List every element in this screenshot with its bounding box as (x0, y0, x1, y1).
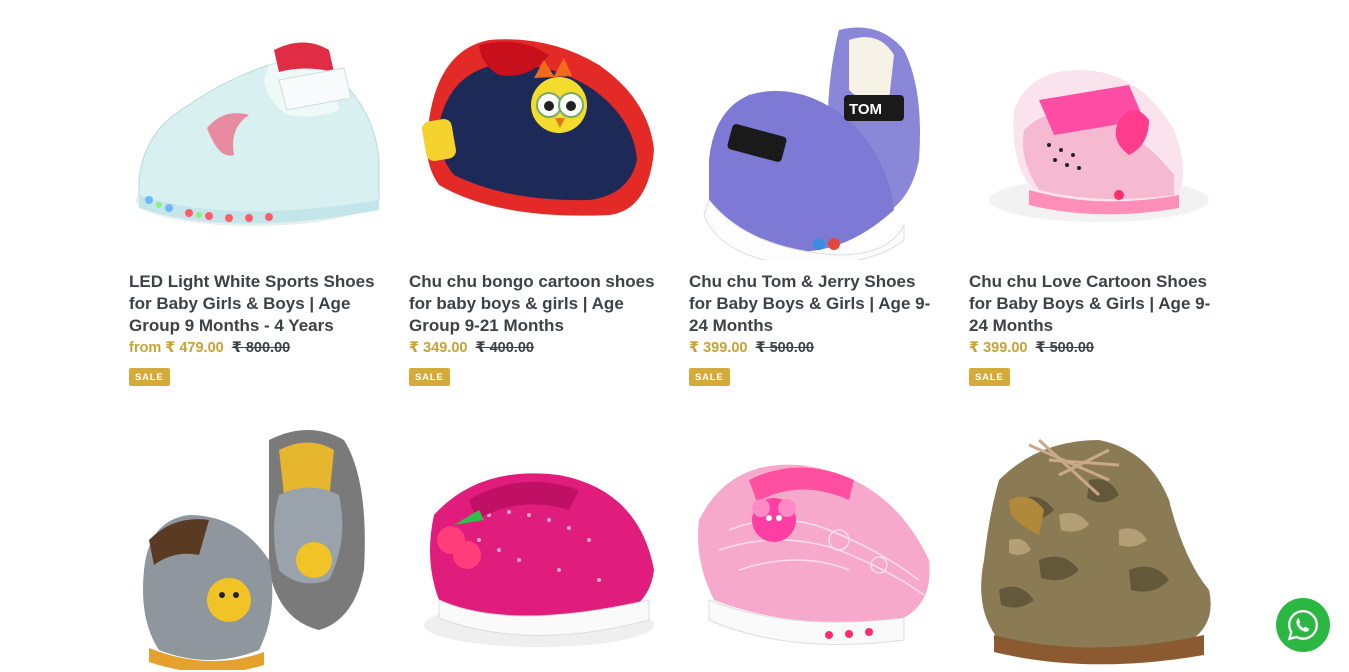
product-prices: ₹ 399.00 ₹ 500.00 (689, 340, 814, 356)
sale-price: ₹ 349.00 (409, 340, 468, 356)
sale-badge: SALE (689, 368, 730, 386)
whatsapp-icon (1287, 610, 1318, 641)
product-image-camo-boot[interactable] (969, 420, 1220, 670)
sale-badge: SALE (969, 368, 1010, 386)
product-image-white-led-shoe[interactable] (129, 10, 380, 260)
product-image-bear-shoes[interactable] (129, 420, 380, 670)
regular-price: ₹ 500.00 (755, 340, 814, 356)
product-image-love-shoe[interactable] (969, 10, 1220, 260)
product-title[interactable]: LED Light White Sports Shoes for Baby Gi… (129, 271, 380, 337)
product-image-pink-lace-shoe[interactable] (689, 420, 940, 670)
product-image-owl-shoe[interactable] (409, 10, 660, 260)
sale-badge: SALE (129, 368, 170, 386)
product-title[interactable]: Chu chu Love Cartoon Shoes for Baby Boys… (969, 271, 1220, 337)
whatsapp-chat-button[interactable] (1276, 598, 1330, 652)
product-title[interactable]: Chu chu bongo cartoon shoes for baby boy… (409, 271, 660, 337)
product-title[interactable]: Chu chu Tom & Jerry Shoes for Baby Boys … (689, 271, 940, 337)
sale-badge: SALE (409, 368, 450, 386)
product-prices: ₹ 349.00 ₹ 400.00 (409, 340, 534, 356)
regular-price: ₹ 800.00 (231, 340, 291, 356)
sale-price: from ₹ 479.00 (129, 340, 224, 356)
sale-price: ₹ 399.00 (689, 340, 748, 356)
product-prices: from ₹ 479.00 ₹ 800.00 (129, 340, 290, 356)
regular-price: ₹ 400.00 (475, 340, 534, 356)
sale-price: ₹ 399.00 (969, 340, 1028, 356)
product-image-tom-jerry-shoe[interactable]: TOM (689, 10, 940, 260)
product-image-pink-dotted-shoe[interactable] (409, 420, 660, 670)
svg-text:TOM: TOM (849, 101, 882, 118)
regular-price: ₹ 500.00 (1035, 340, 1094, 356)
product-prices: ₹ 399.00 ₹ 500.00 (969, 340, 1094, 356)
